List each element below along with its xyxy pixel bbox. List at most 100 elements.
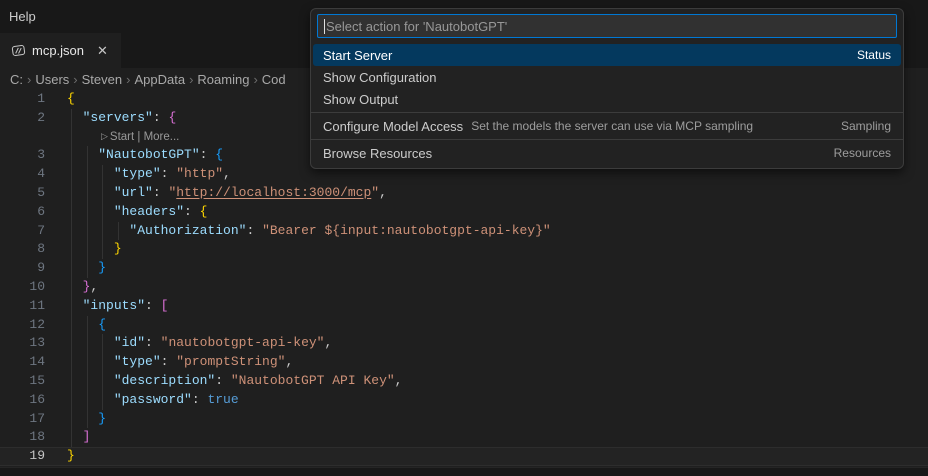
vscode-window: Help mcp.json ✕ C: › Users › Steven › AppData ›… xyxy=(0,0,928,476)
code-token: " xyxy=(371,184,380,200)
code-line[interactable]: 11 "inputs": [ xyxy=(0,296,928,316)
code-token: "NautobotGPT" xyxy=(98,147,200,163)
indent-guide xyxy=(71,108,72,128)
code-line[interactable]: 10 }, xyxy=(0,277,928,297)
code-token: : xyxy=(184,203,200,219)
line-number: 3 xyxy=(37,147,45,163)
quick-pick-list: Start Server Status Show Configuration Show… xyxy=(311,42,903,164)
code-line[interactable]: 7 "Authorization": "Bearer ${input:nauto… xyxy=(0,221,928,241)
indent-guide xyxy=(71,240,72,260)
quick-pick-item-description: Set the models the server can use via MC… xyxy=(471,119,754,133)
close-icon[interactable]: ✕ xyxy=(94,42,111,60)
indent-guide xyxy=(86,259,88,278)
code-line[interactable]: 9 } xyxy=(0,259,928,278)
indent-guide xyxy=(71,221,72,241)
indent-guide xyxy=(86,390,88,410)
code-token: "headers" xyxy=(113,203,185,219)
code-content: ] xyxy=(67,428,928,448)
code-token: "nautobotgpt-api-key" xyxy=(160,335,325,351)
code-token: "id" xyxy=(113,335,146,351)
code-line[interactable]: 18 ] xyxy=(0,428,928,448)
code-line[interactable]: 16 "password": true xyxy=(0,390,928,410)
quick-pick-item-show-configuration[interactable]: Show Configuration xyxy=(313,66,901,88)
code-line[interactable]: 15 "description": "NautobotGPT API Key", xyxy=(0,371,928,391)
code-token: "inputs" xyxy=(82,297,146,313)
code-content: "description": "NautobotGPT API Key", xyxy=(67,371,928,391)
chevron-right-icon: › xyxy=(126,71,131,87)
codelens-links[interactable]: Start | More... xyxy=(110,131,179,143)
quick-pick-item-configure-model-access[interactable]: Configure Model Access Set the models the… xyxy=(313,115,901,137)
code-token: [ xyxy=(160,297,169,313)
code-token: : xyxy=(215,372,231,388)
indent-guide xyxy=(71,127,72,147)
code-token: true xyxy=(207,391,239,407)
code-line[interactable]: 5 "url": "http://localhost:3000/mcp", xyxy=(0,183,928,203)
indent-guide xyxy=(71,371,72,391)
line-number: 7 xyxy=(37,222,45,238)
code-token: "http" xyxy=(176,166,224,182)
code-token: : xyxy=(152,184,169,200)
indent-guide xyxy=(86,202,88,222)
tab-mcp-json[interactable]: mcp.json ✕ xyxy=(0,33,121,68)
code-token: { xyxy=(98,316,107,332)
mcp-json-file-icon xyxy=(11,43,26,58)
quick-pick-item-start-server[interactable]: Start Server Status xyxy=(313,44,901,66)
indent-guide xyxy=(71,409,72,429)
line-number: 2 xyxy=(37,109,45,125)
code-token: , xyxy=(324,335,333,351)
code-token: , xyxy=(90,278,99,294)
indent-guide xyxy=(71,259,72,278)
breadcrumb-item[interactable]: Roaming xyxy=(197,72,249,87)
code-token: { xyxy=(67,91,75,106)
breadcrumb-item[interactable]: Steven xyxy=(82,72,122,87)
quick-pick-item-show-output[interactable]: Show Output xyxy=(313,88,901,110)
quick-pick-item-badge: Sampling xyxy=(840,119,891,133)
breadcrumb-item[interactable]: Cod xyxy=(262,72,286,87)
code-line[interactable]: 19} xyxy=(0,447,928,466)
code-token: , xyxy=(394,372,403,388)
code-content: "Authorization": "Bearer ${input:nautobo… xyxy=(67,221,928,241)
code-line[interactable]: 17 } xyxy=(0,409,928,429)
code-line[interactable]: 14 "type": "promptString", xyxy=(0,353,928,372)
code-token: : xyxy=(160,166,177,182)
code-line[interactable]: 12 { xyxy=(0,315,928,335)
code-line[interactable]: 6 "headers": { xyxy=(0,202,928,222)
code-token: "Bearer ${input:nautobotgpt-api-key}" xyxy=(262,222,551,238)
code-token: "type" xyxy=(113,166,161,182)
quick-pick-item-browse-resources[interactable]: Browse Resources Resources xyxy=(313,142,901,164)
code-token: : xyxy=(145,335,161,351)
code-token: { xyxy=(199,203,208,219)
code-token: : xyxy=(160,354,177,370)
code-content: "type": "promptString", xyxy=(67,353,928,372)
code-token: http://localhost:3000/mcp xyxy=(176,184,372,200)
code-token: "password" xyxy=(113,391,192,407)
chevron-right-icon: › xyxy=(253,71,258,87)
breadcrumb-item[interactable]: C: xyxy=(10,72,23,87)
editor-bottom-strip xyxy=(0,467,928,476)
quick-pick-item-label: Show Output xyxy=(323,91,399,107)
breadcrumb-item[interactable]: AppData xyxy=(134,72,185,87)
indent-guide xyxy=(102,334,104,354)
indent-guide xyxy=(102,221,104,241)
breadcrumb-item[interactable]: Users xyxy=(35,72,69,87)
indent-guide xyxy=(86,165,88,184)
indent-guide xyxy=(71,353,72,372)
code-line[interactable]: 8 } xyxy=(0,240,928,260)
line-number: 5 xyxy=(37,184,45,200)
indent-guide xyxy=(71,390,72,410)
quick-pick-item-badge: Status xyxy=(856,48,891,62)
code-token: "description" xyxy=(113,372,216,388)
code-line[interactable]: 13 "id": "nautobotgpt-api-key", xyxy=(0,334,928,354)
menu-help[interactable]: Help xyxy=(0,9,45,24)
indent-guide xyxy=(102,353,104,372)
line-number: 12 xyxy=(29,316,45,332)
quick-pick-input[interactable]: Select action for 'NautobotGPT' xyxy=(317,14,897,38)
code-content: } xyxy=(67,447,928,466)
